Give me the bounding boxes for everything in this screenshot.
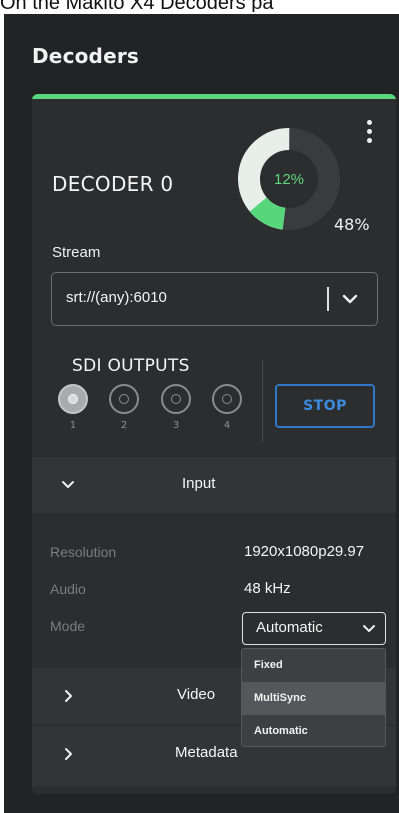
panel-title: Decoders xyxy=(32,44,140,68)
chevron-right-icon xyxy=(65,748,72,760)
usage-outer-label: 48% xyxy=(334,215,370,234)
audio-label: Audio xyxy=(50,581,86,597)
usage-inner-label: 12% xyxy=(273,170,305,188)
sdi-output-4-toggle[interactable] xyxy=(212,384,242,414)
stop-button[interactable]: STOP xyxy=(275,384,375,428)
divider xyxy=(262,360,263,442)
video-section-label: Video xyxy=(177,686,216,703)
input-section-header[interactable]: Input xyxy=(32,457,396,513)
decoder-name: DECODER 0 xyxy=(52,172,174,196)
mode-select[interactable]: Automatic xyxy=(242,612,386,645)
kebab-menu-icon[interactable] xyxy=(365,120,373,150)
chevron-down-icon[interactable] xyxy=(340,289,360,309)
sdi-output-2-toggle[interactable] xyxy=(109,384,139,414)
status-bar xyxy=(32,94,396,99)
mode-option-automatic[interactable]: Automatic xyxy=(242,715,385,748)
sdi-output-number: 3 xyxy=(172,420,180,431)
sdi-output-3-toggle[interactable] xyxy=(161,384,191,414)
decoders-panel: Decoders DECODER 0 12% 48% Stream srt://… xyxy=(4,14,399,813)
chevron-down-icon xyxy=(363,625,375,632)
mode-dropdown-menu: Fixed MultiSync Automatic xyxy=(241,648,386,747)
metadata-section-label: Metadata xyxy=(175,744,238,761)
sdi-output-1-toggle[interactable] xyxy=(58,384,88,414)
chevron-down-icon xyxy=(62,481,74,488)
mode-select-value: Automatic xyxy=(256,619,323,636)
stream-value: srt://(any):6010 xyxy=(66,289,167,306)
chevron-right-icon xyxy=(65,690,72,702)
sdi-output-number: 1 xyxy=(69,420,77,431)
sdi-output-number: 2 xyxy=(120,420,128,431)
select-divider xyxy=(327,287,329,311)
resolution-value: 1920x1080p29.97 xyxy=(244,543,365,560)
stream-label: Stream xyxy=(52,244,101,261)
resolution-label: Resolution xyxy=(50,544,117,560)
sdi-output-number: 4 xyxy=(223,420,231,431)
input-section-label: Input xyxy=(182,475,216,492)
decoder-card: DECODER 0 12% 48% Stream srt://(any):601… xyxy=(32,94,396,794)
stream-select[interactable]: srt://(any):6010 xyxy=(51,272,378,326)
mode-option-multisync[interactable]: MultiSync xyxy=(242,682,385,715)
mode-label: Mode xyxy=(50,618,86,634)
page-caption: On the Makito X4 Decoders pa xyxy=(0,0,274,12)
audio-value: 48 kHz xyxy=(244,580,291,597)
mode-option-fixed[interactable]: Fixed xyxy=(242,649,385,682)
sdi-outputs-label: SDI OUTPUTS xyxy=(72,356,190,376)
